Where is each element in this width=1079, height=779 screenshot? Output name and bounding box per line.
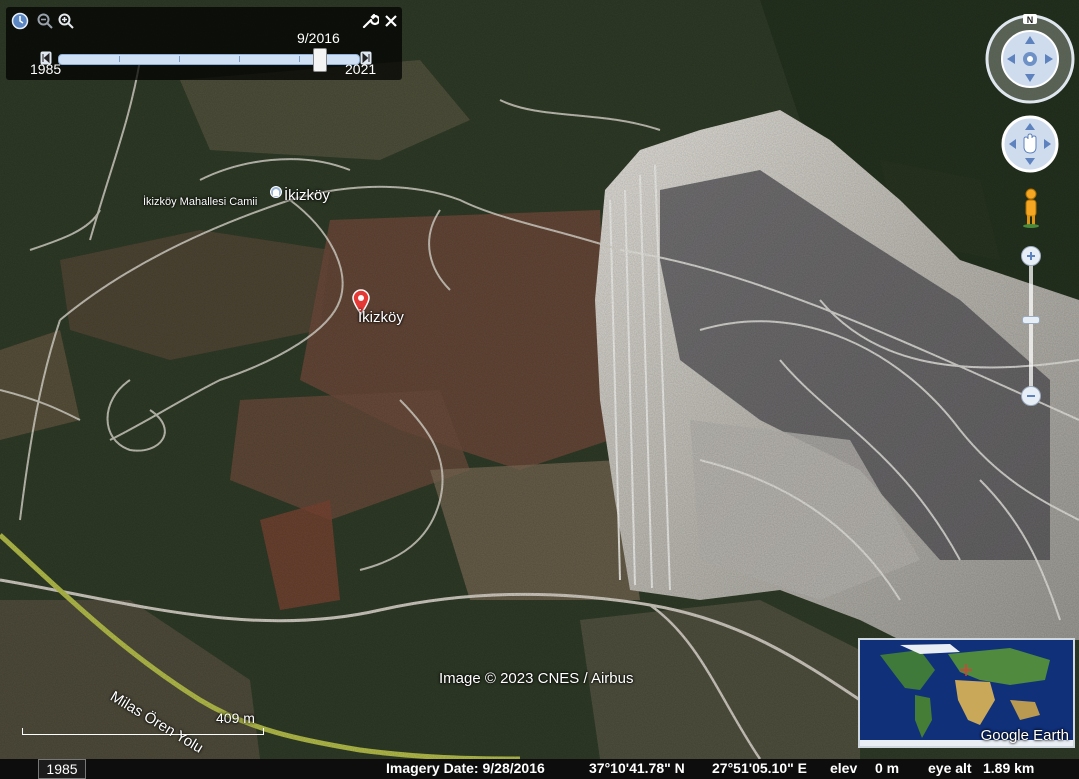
close-icon[interactable] <box>382 12 400 30</box>
pan-hand-icon[interactable] <box>1001 115 1059 173</box>
overview-map[interactable]: Google Earth <box>858 638 1075 748</box>
pegman-icon[interactable] <box>1021 188 1041 228</box>
pan-control[interactable] <box>1001 115 1059 173</box>
compass-icon[interactable]: N <box>985 14 1075 104</box>
google-earth-logo: Google Earth <box>980 727 1069 744</box>
clock-icon[interactable] <box>11 12 29 30</box>
zoom-out-button[interactable] <box>1021 386 1041 406</box>
start-year-label: 1985 <box>30 61 62 77</box>
wrench-icon[interactable] <box>361 12 381 30</box>
compass-control[interactable]: N <box>985 14 1075 104</box>
latitude-readout: 37°10'41.78" N <box>589 760 685 776</box>
status-bar: 1985 Imagery Date: 9/28/2016 37°10'41.78… <box>0 759 1079 779</box>
place-label-ikizkoy-village[interactable]: İkizköy <box>284 187 330 204</box>
zoom-out-icon[interactable] <box>36 12 54 30</box>
place-label-mosque[interactable]: İkizköy Mahallesi Camii <box>143 196 257 208</box>
elevation-value: 0 m <box>875 760 900 776</box>
current-date-label: 9/2016 <box>297 30 340 46</box>
elevation-label: elev <box>830 760 858 776</box>
scale-bar <box>22 728 264 735</box>
zoom-slider-thumb[interactable] <box>1022 316 1040 324</box>
time-slider-thumb[interactable] <box>313 48 327 72</box>
eye-altitude-label: eye alt <box>928 760 972 776</box>
zoom-in-button[interactable] <box>1021 246 1041 266</box>
year-box[interactable]: 1985 <box>38 759 86 779</box>
zoom-control[interactable] <box>1021 246 1041 406</box>
scale-label: 409 m <box>216 710 255 726</box>
zoom-track[interactable] <box>1029 258 1033 394</box>
end-year-label: 2021 <box>345 61 377 77</box>
imagery-date: Imagery Date: 9/28/2016 <box>386 760 545 776</box>
zoom-in-icon[interactable] <box>57 12 75 30</box>
svg-text:N: N <box>1027 15 1034 25</box>
mosque-icon[interactable] <box>270 186 282 200</box>
historical-imagery-panel: 9/2016 1985 2021 <box>6 7 402 80</box>
pin-label[interactable]: İkizköy <box>358 309 404 326</box>
eye-altitude-value: 1.89 km <box>983 760 1035 776</box>
attribution: Image © 2023 CNES / Airbus <box>439 670 634 687</box>
longitude-readout: 27°51'05.10" E <box>712 760 807 776</box>
